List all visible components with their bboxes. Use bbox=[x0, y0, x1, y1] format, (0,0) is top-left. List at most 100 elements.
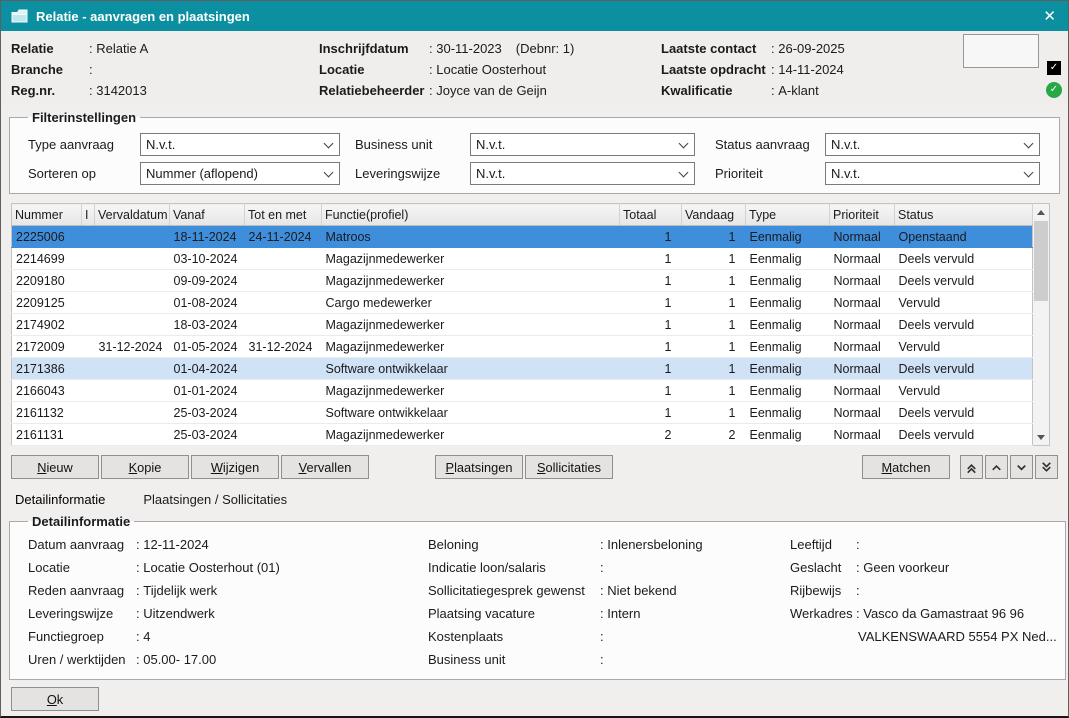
matchen-button[interactable]: Matchen bbox=[862, 455, 950, 479]
field-label: Indicatie loon/salaris bbox=[428, 560, 600, 575]
column-header-nummer[interactable]: Nummer bbox=[12, 204, 82, 226]
wijzigen-button[interactable]: Wijzigen bbox=[191, 455, 279, 479]
detail-field-locatie: LocatieLocatie Oosterhout (01) bbox=[28, 556, 428, 579]
tab-plaatsingen-sollicitaties[interactable]: Plaatsingen / Sollicitaties bbox=[143, 492, 287, 507]
checked-checkbox[interactable]: ✓ bbox=[1047, 61, 1061, 75]
field-value: Niet bekend bbox=[600, 583, 677, 598]
detail-field-business-unit: Business unit bbox=[428, 648, 790, 671]
ok-button[interactable]: Ok bbox=[11, 687, 99, 711]
field-extra: (Debnr: 1) bbox=[516, 41, 575, 56]
table-cell: Deels vervuld bbox=[895, 358, 1033, 380]
table-cell: 1 bbox=[620, 336, 682, 358]
table-cell: Magazijnmedewerker bbox=[322, 336, 620, 358]
field-label: Plaatsing vacature bbox=[428, 606, 600, 621]
scroll-thumb[interactable] bbox=[1034, 221, 1048, 301]
field-label: Datum aanvraag bbox=[28, 537, 136, 552]
field-value: 4 bbox=[136, 629, 150, 644]
table-cell: 1 bbox=[620, 402, 682, 424]
table-cell: Normaal bbox=[830, 314, 895, 336]
table-row[interactable]: 217138601-04-2024Software ontwikkelaar11… bbox=[12, 358, 1033, 380]
table-scrollbar[interactable] bbox=[1033, 203, 1050, 446]
column-header-functie-profiel[interactable]: Functie(profiel) bbox=[322, 204, 620, 226]
column-header-i[interactable]: I bbox=[82, 204, 95, 226]
detail-field-leeftijd: Leeftijd bbox=[790, 533, 1057, 556]
table-row[interactable]: 216604301-01-2024Magazijnmedewerker11Een… bbox=[12, 380, 1033, 402]
close-button[interactable]: ✕ bbox=[1043, 9, 1056, 24]
detail-field-datum-aanvraag: Datum aanvraag12-11-2024 bbox=[28, 533, 428, 556]
table-row[interactable]: 217200931-12-202401-05-202431-12-2024Mag… bbox=[12, 336, 1033, 358]
tab-detailinformatie[interactable]: Detailinformatie bbox=[15, 492, 105, 507]
table-cell: Eenmalig bbox=[746, 336, 830, 358]
table-cell: 1 bbox=[682, 358, 746, 380]
filter-field-leveringswijze: LeveringswijzeN.v.t. bbox=[355, 162, 695, 185]
filter-select-leveringswijze[interactable]: N.v.t. bbox=[470, 162, 695, 185]
table-cell bbox=[82, 336, 95, 358]
field-value: 05.00- 17.00 bbox=[136, 652, 216, 667]
scroll-down-button[interactable] bbox=[1033, 429, 1049, 445]
status-ok-icon: ✓ bbox=[1046, 82, 1062, 98]
field-label: Beloning bbox=[428, 537, 600, 552]
table-cell: 2172009 bbox=[12, 336, 82, 358]
filter-select-type-aanvraag[interactable]: N.v.t. bbox=[140, 133, 340, 156]
column-header-type[interactable]: Type bbox=[746, 204, 830, 226]
table-cell: 01-04-2024 bbox=[170, 358, 245, 380]
info-field-inschrijfdatum: Inschrijfdatum30-11-2023(Debnr: 1) bbox=[319, 38, 661, 59]
column-header-status[interactable]: Status bbox=[895, 204, 1033, 226]
column-header-tot-en-met[interactable]: Tot en met bbox=[245, 204, 322, 226]
scroll-to-top-button[interactable] bbox=[960, 455, 983, 479]
record-nav-buttons bbox=[960, 455, 1058, 479]
vervallen-button[interactable]: Vervallen bbox=[281, 455, 369, 479]
table-cell: 24-11-2024 bbox=[245, 226, 322, 248]
filter-select-prioriteit[interactable]: N.v.t. bbox=[825, 162, 1040, 185]
filter-label: Business unit bbox=[355, 137, 470, 152]
field-label: Reg.nr. bbox=[11, 83, 89, 98]
table-cell: 2 bbox=[682, 424, 746, 446]
table-cell: 31-12-2024 bbox=[245, 336, 322, 358]
tabs: Detailinformatie Plaatsingen / Sollicitat… bbox=[15, 492, 1068, 507]
table-row[interactable]: 222500618-11-202424-11-2024Matroos11Eenm… bbox=[12, 226, 1033, 248]
detail-col-3: LeeftijdGeslachtGeen voorkeurRijbewijsWe… bbox=[790, 533, 1057, 671]
scroll-to-bottom-button[interactable] bbox=[1035, 455, 1058, 479]
detail-field-functiegroep: Functiegroep4 bbox=[28, 625, 428, 648]
scroll-up-button[interactable] bbox=[1033, 204, 1049, 220]
table-row[interactable]: 217490218-03-2024Magazijnmedewerker11Een… bbox=[12, 314, 1033, 336]
table-cell: Vervuld bbox=[895, 380, 1033, 402]
kopie-button[interactable]: Kopie bbox=[101, 455, 189, 479]
info-field-laatste-opdracht: Laatste opdracht14-11-2024 bbox=[661, 59, 961, 80]
field-label: Sollicitatiegesprek gewenst bbox=[428, 583, 600, 598]
table-cell: Vervuld bbox=[895, 336, 1033, 358]
filter-select-status-aanvraag[interactable]: N.v.t. bbox=[825, 133, 1040, 156]
info-field-laatste-contact: Laatste contact26-09-2025 bbox=[661, 38, 961, 59]
filter-select-business-unit[interactable]: N.v.t. bbox=[470, 133, 695, 156]
sollicitaties-button[interactable]: Sollicitaties bbox=[525, 455, 613, 479]
detail-field-rijbewijs: Rijbewijs bbox=[790, 579, 1057, 602]
table-body: 222500618-11-202424-11-2024Matroos11Eenm… bbox=[12, 226, 1033, 446]
button-label: Wijzigen bbox=[200, 460, 270, 475]
filter-select-sorteren-op[interactable]: Nummer (aflopend) bbox=[140, 162, 340, 185]
table-row[interactable]: 216113225-03-2024Software ontwikkelaar11… bbox=[12, 402, 1033, 424]
detail-field-werkadres: WerkadresVasco da Gamastraat 96 96 bbox=[790, 602, 1057, 625]
field-label: Kostenplaats bbox=[428, 629, 600, 644]
relation-info-panel: RelatieRelatie ABrancheReg.nr.3142013 In… bbox=[1, 31, 1068, 104]
table-row[interactable]: 221469903-10-2024Magazijnmedewerker11Een… bbox=[12, 248, 1033, 270]
table-cell: 09-09-2024 bbox=[170, 270, 245, 292]
table-row[interactable]: 220918009-09-2024Magazijnmedewerker11Een… bbox=[12, 270, 1033, 292]
plaatsingen-button[interactable]: Plaatsingen bbox=[435, 455, 523, 479]
column-header-totaal[interactable]: Totaal bbox=[620, 204, 682, 226]
row-up-button[interactable] bbox=[985, 455, 1008, 479]
table-cell: 2209180 bbox=[12, 270, 82, 292]
table-cell: Magazijnmedewerker bbox=[322, 424, 620, 446]
column-header-vandaag[interactable]: Vandaag bbox=[682, 204, 746, 226]
column-header-vervaldatum[interactable]: Vervaldatum bbox=[95, 204, 170, 226]
column-header-prioriteit[interactable]: Prioriteit bbox=[830, 204, 895, 226]
column-header-vanaf[interactable]: Vanaf bbox=[170, 204, 245, 226]
table-cell bbox=[95, 314, 170, 336]
photo-placeholder bbox=[963, 34, 1039, 68]
table-row[interactable]: 220912501-08-2024Cargo medewerker11Eenma… bbox=[12, 292, 1033, 314]
nieuw-button[interactable]: Nieuw bbox=[11, 455, 99, 479]
table-cell bbox=[245, 292, 322, 314]
table-row[interactable]: 216113125-03-2024Magazijnmedewerker22Een… bbox=[12, 424, 1033, 446]
field-value: Inlenersbeloning bbox=[600, 537, 703, 552]
detail-field-plaatsing-vacature: Plaatsing vacatureIntern bbox=[428, 602, 790, 625]
row-down-button[interactable] bbox=[1010, 455, 1033, 479]
